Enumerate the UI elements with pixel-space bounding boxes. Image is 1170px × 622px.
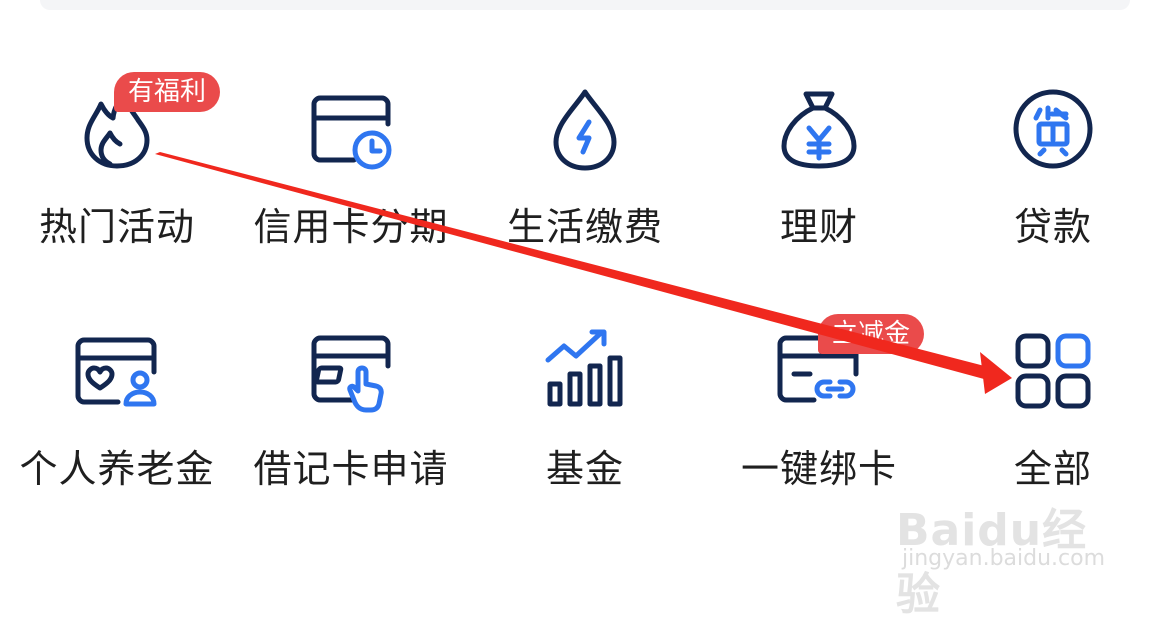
service-grid: 热门活动 有福利 信用卡分期 生活缴费 理财 贷款 个人养老金 借记卡申请 基金… [0, 0, 1170, 599]
grid-item-debit-card-apply[interactable]: 借记卡申请 [234, 0, 468, 491]
grid-item-all[interactable]: 全部 [936, 0, 1170, 491]
grid-item-label: 信用卡分期 [253, 205, 449, 249]
grid-item-bind-card[interactable]: 一键绑卡 [702, 0, 936, 491]
grid-item-label: 全部 [1013, 447, 1092, 491]
grid-item-label: 理财 [779, 205, 858, 249]
grid-item-label: 个人养老金 [19, 447, 215, 491]
grid-item-fund[interactable]: 基金 [468, 0, 702, 491]
promo-badge: 立减金 [818, 314, 925, 354]
grid-item-label: 一键绑卡 [740, 447, 897, 491]
bar-chart-trend-icon [540, 326, 630, 416]
card-heart-user-icon [72, 326, 162, 416]
grid-item-label: 基金 [545, 447, 624, 491]
grid-item-personal-pension[interactable]: 个人养老金 [0, 0, 234, 491]
card-tap-icon [306, 326, 396, 416]
grid-item-label: 热门活动 [38, 205, 195, 249]
grid-item-label: 生活缴费 [506, 205, 663, 249]
grid-item-label: 借记卡申请 [253, 447, 449, 491]
grid-icon [1008, 326, 1098, 416]
grid-item-label: 贷款 [1013, 205, 1092, 249]
